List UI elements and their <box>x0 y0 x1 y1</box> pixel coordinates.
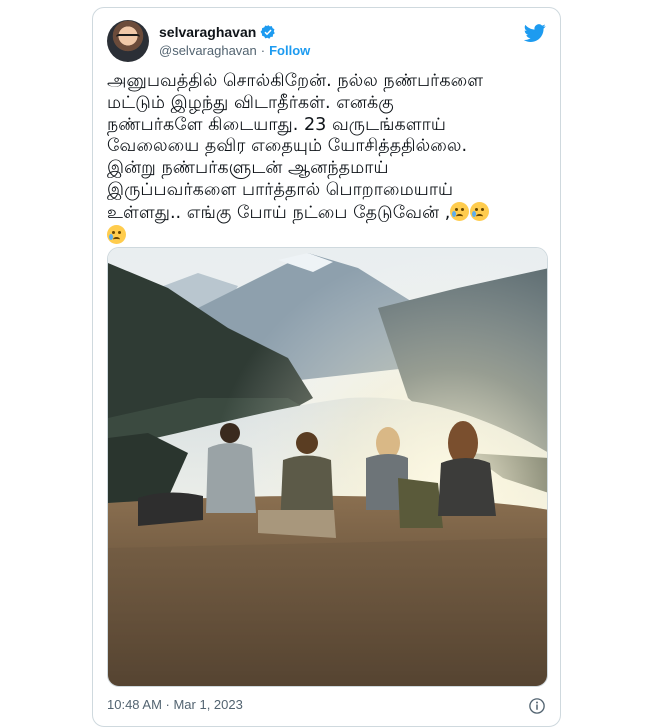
tweet-text: அனுபவத்தில் சொல்கிறேன். நல்ல நண்பர்களை ம… <box>107 71 552 247</box>
info-icon[interactable] <box>528 697 546 715</box>
avatar[interactable] <box>107 20 149 62</box>
tweet-line: நண்பர்களே கிடையாது. 23 வருடங்களாய் <box>107 114 446 135</box>
tweet-line: இருப்பவர்களை பார்த்தால் பொறாமையாய் <box>107 179 454 200</box>
tweet-card[interactable]: selvaraghavan @selvaraghavan · Follow அன… <box>92 7 561 727</box>
follow-button[interactable]: Follow <box>269 43 310 58</box>
sad-relieved-face-icon <box>450 201 470 221</box>
lake-friends-photo <box>108 248 547 686</box>
tweet-line: வேலையை தவிர எதையும் யோசித்ததில்லை. <box>107 136 468 157</box>
author-handle[interactable]: @selvaraghavan <box>159 43 257 58</box>
tweet-line: உள்ளது.. எங்கு போய் நட்பை தேடுவேன் , <box>107 202 451 223</box>
tweet-line: இன்று நண்பர்களுடன் ஆனந்தமாய் <box>107 158 389 179</box>
tweet-line: அனுபவத்தில் சொல்கிறேன். நல்ல நண்பர்களை <box>107 71 484 91</box>
tweet-header: selvaraghavan @selvaraghavan · Follow <box>107 20 546 64</box>
author-handle-row: @selvaraghavan · Follow <box>159 43 310 58</box>
author-name-row: selvaraghavan <box>159 24 276 40</box>
sad-relieved-face-icon <box>470 201 490 221</box>
author-display-name[interactable]: selvaraghavan <box>159 24 256 40</box>
sad-relieved-face-icon <box>107 224 126 244</box>
tweet-timestamp[interactable]: 10:48 AM · Mar 1, 2023 <box>107 697 243 712</box>
tweet-photo[interactable] <box>107 247 548 687</box>
tweet-line: மட்டும் இழந்து விடாதீர்கள். எனக்கு <box>107 92 394 113</box>
tweet-footer: 10:48 AM · Mar 1, 2023 <box>107 697 546 717</box>
separator-dot: · <box>260 43 266 58</box>
verified-badge-icon <box>260 25 276 39</box>
twitter-bird-icon[interactable] <box>524 22 546 44</box>
